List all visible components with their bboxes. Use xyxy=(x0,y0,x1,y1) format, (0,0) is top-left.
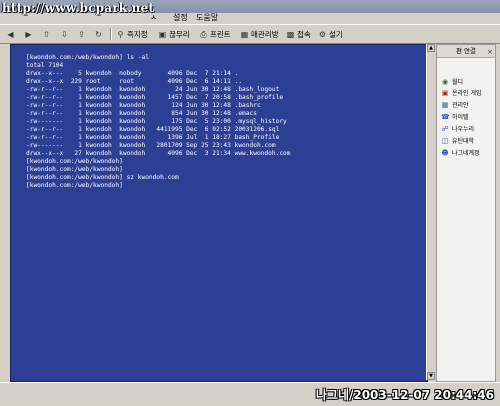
upload-button[interactable]: ⇪ xyxy=(77,28,86,40)
connect-label: 즉지정 xyxy=(127,29,148,39)
disconnect-label: 끊무리 xyxy=(169,29,190,39)
manager-label: 매관리방 xyxy=(251,29,279,39)
refresh-icon: ↻ xyxy=(95,29,102,39)
settings-icon: ⚙ xyxy=(318,29,327,39)
sidebar-item-6[interactable]: ☻ 나그네계정 xyxy=(441,148,480,158)
sidebar-item-label: 하이텔 xyxy=(452,114,469,121)
globe-icon: ◉ xyxy=(441,77,449,86)
sidebar-item-2[interactable]: ▦ 관리안 xyxy=(441,100,469,110)
account-icon: ☻ xyxy=(441,148,449,157)
back-button[interactable]: ◀ xyxy=(6,28,15,40)
game-icon: ▣ xyxy=(441,88,449,97)
sidebar-item-label: 관리안 xyxy=(452,102,469,109)
manager-icon: ▦ xyxy=(441,100,449,109)
download-icon: ⇩ xyxy=(61,29,68,39)
sidebar-item-1[interactable]: ▣ 온라인 게임 xyxy=(441,88,482,98)
up-arrow-icon: ⇧ xyxy=(43,29,50,39)
back-arrow-icon: ◀ xyxy=(7,29,14,39)
download-button[interactable]: ⇩ xyxy=(60,28,69,40)
connect-button[interactable]: ⚲ 즉지정 xyxy=(116,28,148,40)
toolbar-separator xyxy=(110,28,112,40)
toolbar: ◀ ▶ ⇧ ⇩ ⇪ ↻ ⚲ 즉지정 ▣ 끊무리 ⎙ 프린트 ▦ 매관리방 ▩ 접속 ⚙ 설기 xyxy=(0,24,500,44)
scroll-up-arrow-icon[interactable]: ▲ xyxy=(427,44,435,52)
network-icon: ☍ xyxy=(441,124,449,133)
refresh-button[interactable]: ↻ xyxy=(94,28,103,40)
menu-item-settings[interactable]: 설정 xyxy=(173,12,188,23)
terminal-button[interactable]: ▩ 접속 xyxy=(286,28,311,40)
sidebar-item-5[interactable]: ◫ 유틴대학 xyxy=(441,136,475,146)
print-button[interactable]: ⎙ 프린트 xyxy=(199,28,231,40)
panel-header: 편 연결 × xyxy=(437,45,495,58)
manager-button[interactable]: ▦ 매관리방 xyxy=(240,28,279,40)
vertical-scrollbar[interactable]: ▲ ▼ xyxy=(426,44,435,380)
sidebar-item-label: 나그네계정 xyxy=(452,150,480,157)
settings-button[interactable]: ⚙ 설기 xyxy=(318,28,343,40)
connect-icon: ⚲ xyxy=(117,29,124,39)
menu-item-fragment[interactable]: ㅅ xyxy=(150,12,157,23)
up-button[interactable]: ⇧ xyxy=(42,28,51,40)
close-icon[interactable]: × xyxy=(487,46,493,58)
forward-button[interactable]: ▶ xyxy=(24,28,33,40)
print-label: 프린트 xyxy=(210,29,231,39)
disconnect-icon: ▣ xyxy=(158,29,167,39)
sidebar-item-label: 온라인 게임 xyxy=(452,90,482,97)
phone-icon: ☎ xyxy=(441,112,450,121)
status-timestamp: 나그네/2003-12-07 20:44:46 xyxy=(315,388,494,402)
quick-connect-panel: 편 연결 × ◉ 월디 ▣ 온라인 게임 ▦ 관리안 ☎ 하이텔 ☍ 나우누리 ◫ 유틴대학… xyxy=(436,44,496,382)
terminal-output: [kwondoh.com:/web/kwondoh] ls -al total … xyxy=(26,54,291,189)
menu-item-help[interactable]: 도움말 xyxy=(196,12,218,23)
folder-icon: ◫ xyxy=(441,136,449,145)
forward-arrow-icon: ▶ xyxy=(25,29,32,39)
settings-label: 설기 xyxy=(329,29,343,39)
sidebar-item-3[interactable]: ☎ 하이텔 xyxy=(441,112,469,122)
sidebar-item-0[interactable]: ◉ 월디 xyxy=(441,77,464,87)
menu-bar: ㅅ 설정 도움말 xyxy=(0,10,500,23)
upload-icon: ⇪ xyxy=(78,29,85,39)
panel-title: 편 연결 xyxy=(455,47,476,55)
sidebar-item-label: 나우누리 xyxy=(452,126,475,133)
manager-icon: ▦ xyxy=(240,29,249,39)
terminal-icon: ▩ xyxy=(286,29,295,39)
scroll-down-arrow-icon[interactable]: ▼ xyxy=(427,372,435,380)
sidebar-item-4[interactable]: ☍ 나우누리 xyxy=(441,124,475,134)
sidebar-item-label: 월디 xyxy=(452,79,464,86)
sidebar-item-label: 유틴대학 xyxy=(452,138,475,145)
status-bar: 나그네/2003-12-07 20:44:46 xyxy=(0,382,500,406)
disconnect-button[interactable]: ▣ 끊무리 xyxy=(158,28,190,40)
terminal-label: 접속 xyxy=(297,29,311,39)
print-icon: ⎙ xyxy=(200,29,207,39)
